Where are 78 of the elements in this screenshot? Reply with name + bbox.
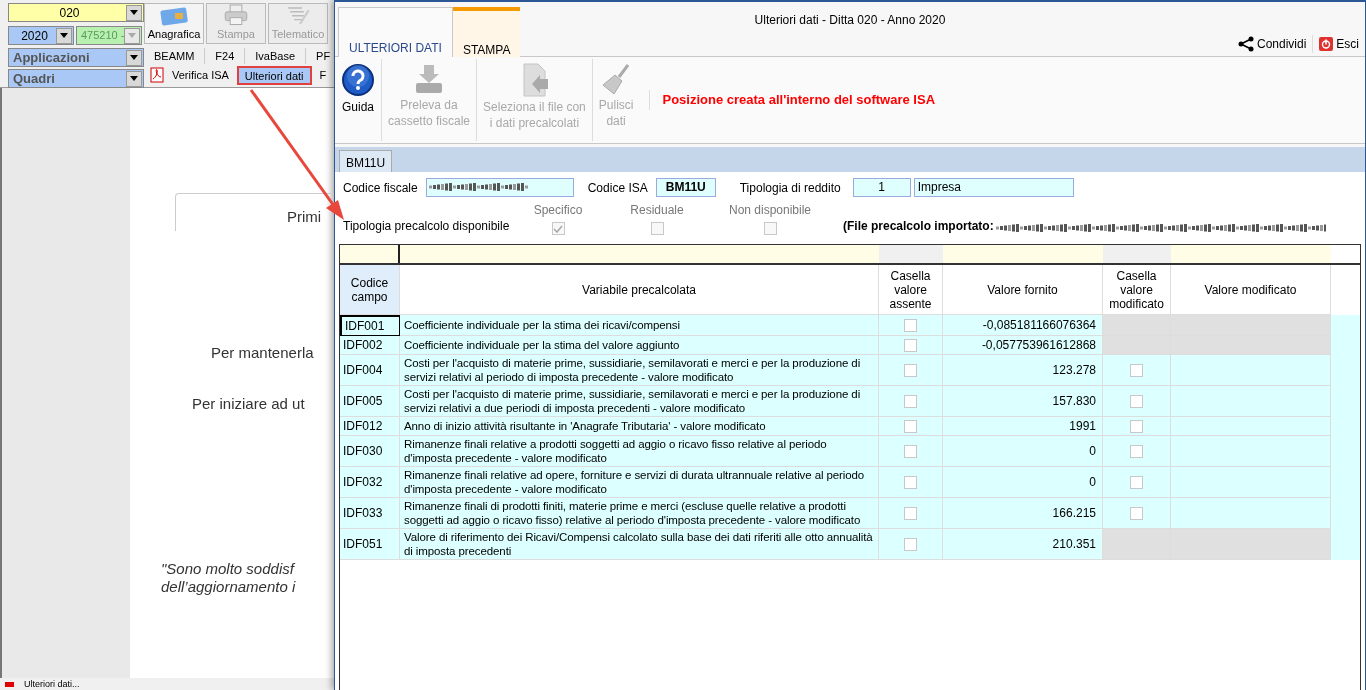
checkbox[interactable]: [904, 318, 917, 332]
filter-cell: [879, 245, 943, 263]
option-label: Residuale: [630, 202, 684, 219]
module-tab[interactable]: PF: [306, 47, 334, 65]
module-tab[interactable]: F24: [205, 47, 246, 65]
option-label: Specifico: [533, 202, 583, 219]
column-header: Variabile precalcolata: [400, 265, 879, 315]
section-tab[interactable]: Verifica ISA: [166, 65, 235, 85]
combo-box[interactable]: 2020: [8, 26, 74, 45]
income-code-field: 1: [852, 178, 911, 197]
checkbox[interactable]: [904, 506, 917, 520]
checkbox[interactable]: [1130, 419, 1143, 433]
field-label: Codice fiscale: [343, 179, 418, 197]
toolbar-button[interactable]: Anagrafica: [144, 3, 204, 44]
checkbox[interactable]: [1130, 444, 1143, 458]
checkbox[interactable]: [650, 222, 664, 235]
isa-code-field: BM11U: [655, 178, 716, 197]
pdf-icon: [150, 67, 164, 83]
quote: "Sono molto soddisf dell’aggiornamento i: [160, 560, 297, 596]
checkbox[interactable]: [1130, 506, 1143, 520]
checkbox[interactable]: [904, 363, 917, 377]
column-header: Valore modificato: [1171, 265, 1331, 315]
checkbox[interactable]: [904, 419, 917, 433]
checkbox[interactable]: [904, 338, 917, 352]
column-header: Valore fornito: [943, 265, 1103, 315]
status-icon: [5, 681, 14, 687]
filter-cell: [1103, 245, 1171, 263]
status-text: Ulteriori dati...: [24, 678, 80, 690]
section-tab[interactable]: F: [313, 65, 333, 85]
checkbox[interactable]: [551, 222, 565, 235]
filter-cell[interactable]: [400, 245, 879, 263]
column-header: Codice campo: [340, 265, 400, 315]
column-header: Casella valore modificato: [1103, 265, 1171, 315]
field-label: Codice ISA: [587, 179, 648, 197]
combo-box[interactable]: 020: [8, 3, 144, 22]
combo-box[interactable]: Quadri: [8, 69, 144, 88]
column-header: Casella valore assente: [879, 265, 943, 315]
exit-button[interactable]: Esci: [1312, 35, 1365, 53]
power-icon: [1319, 37, 1334, 51]
tray-download-icon: [413, 63, 445, 95]
module-tab[interactable]: IvaBase: [245, 47, 307, 65]
ribbon-button[interactable]: Guida: [335, 59, 381, 141]
checkbox[interactable]: [904, 444, 917, 458]
ribbon-tab[interactable]: ULTERIORI DATI: [338, 7, 453, 57]
window-title: Ulteriori dati - Ditta 020 - Anno 2020: [754, 12, 946, 29]
checkbox[interactable]: [763, 222, 777, 235]
checkbox[interactable]: [904, 537, 917, 551]
field-label: Tipologia precalcolo disponibile: [343, 218, 511, 235]
section-tab[interactable]: Ulteriori dati: [236, 65, 312, 85]
help-icon: [341, 63, 375, 97]
model-tab[interactable]: BM11U: [339, 150, 393, 172]
table-cell: Valore di riferimento dei Ricavi/Compensi calcolato sulla base dei dati riferiti alle otto annualità di imposta precedenti: [400, 529, 879, 560]
income-type-field: Impresa: [913, 178, 1074, 197]
paragraph: Per iniziare ad ut: [191, 393, 306, 414]
combo-box[interactable]: Applicazioni: [8, 48, 144, 67]
checkbox[interactable]: [904, 475, 917, 489]
table-cell: IDF051: [340, 529, 400, 560]
option-label: Non disponibile: [728, 202, 812, 219]
share-button[interactable]: Condividi: [1231, 35, 1313, 53]
brush-icon: [601, 63, 632, 95]
share-icon: [1237, 36, 1254, 52]
filter-cell[interactable]: [943, 245, 1103, 263]
filter-cell[interactable]: [340, 245, 400, 263]
printer-icon: [223, 4, 249, 26]
checkbox[interactable]: [904, 394, 917, 408]
field-label: (File precalcolo importato:: [843, 218, 994, 235]
module-tab[interactable]: BEAMM: [144, 47, 206, 65]
checkbox[interactable]: [1130, 475, 1143, 489]
checkbox[interactable]: [1130, 363, 1143, 377]
card-icon: [159, 5, 189, 26]
checkbox[interactable]: [1130, 394, 1143, 408]
field-label: Tipologia di reddito: [739, 179, 841, 197]
document-pen-icon: [285, 4, 311, 26]
filter-cell[interactable]: [1171, 245, 1331, 263]
ribbon-tab[interactable]: STAMPA: [452, 7, 521, 57]
notice-text: Posizione creata all'interno del software ISA: [649, 90, 936, 110]
paragraph: Per mantenerla: [210, 343, 315, 363]
tax-code-field[interactable]: [425, 178, 574, 197]
